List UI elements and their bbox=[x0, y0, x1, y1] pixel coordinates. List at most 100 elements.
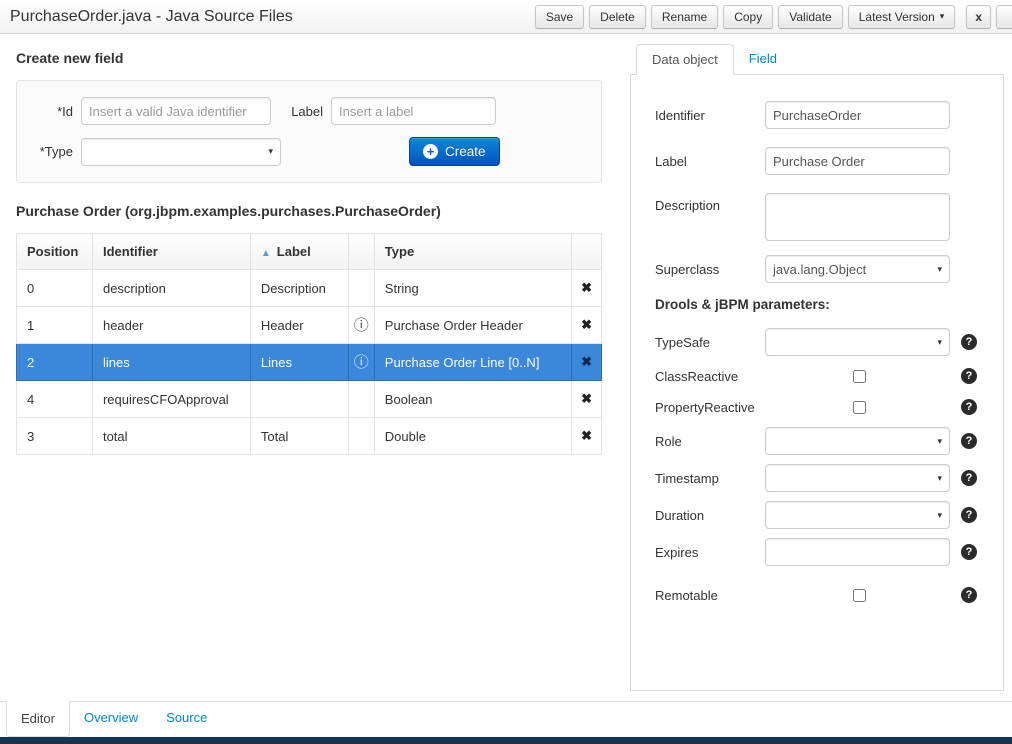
id-input[interactable] bbox=[81, 97, 271, 125]
help-icon[interactable]: ? bbox=[961, 544, 977, 560]
cell-actions: ✖ bbox=[572, 418, 602, 455]
tab-editor[interactable]: Editor bbox=[6, 701, 70, 737]
remotable-row: Remotable ? bbox=[655, 584, 989, 606]
delete-icon[interactable]: ✖ bbox=[581, 354, 592, 369]
footer-strip bbox=[0, 737, 1012, 744]
latest-version-button[interactable]: Latest Version ▾ bbox=[848, 5, 956, 29]
table-row[interactable]: 0 description Description String ✖ bbox=[17, 270, 602, 307]
cell-info bbox=[348, 418, 374, 455]
remotable-checkbox[interactable] bbox=[853, 589, 866, 602]
caret-down-icon: ▾ bbox=[937, 474, 942, 483]
caret-down-icon: ▾ bbox=[937, 511, 942, 520]
column-header-identifier[interactable]: Identifier bbox=[92, 234, 250, 270]
typesafe-select[interactable]: ▾ bbox=[765, 328, 950, 356]
help-icon[interactable]: ? bbox=[961, 433, 977, 449]
remotable-label: Remotable bbox=[655, 588, 765, 603]
type-label: *Type bbox=[31, 144, 73, 159]
column-header-label-text: Label bbox=[277, 244, 311, 259]
label-field-input[interactable] bbox=[765, 147, 950, 175]
cell-info: ⓘ bbox=[348, 344, 374, 381]
duration-select[interactable]: ▾ bbox=[765, 501, 950, 529]
cell-type: Boolean bbox=[374, 381, 571, 418]
table-row[interactable]: 1 header Header ⓘ Purchase Order Header … bbox=[17, 307, 602, 344]
description-label: Description bbox=[655, 193, 765, 213]
type-select[interactable]: ▾ bbox=[81, 138, 281, 166]
table-row[interactable]: 4 requiresCFOApproval Boolean ✖ bbox=[17, 381, 602, 418]
superclass-select[interactable]: java.lang.Object ▾ bbox=[765, 255, 950, 283]
cell-info bbox=[348, 381, 374, 418]
role-select[interactable]: ▾ bbox=[765, 427, 950, 455]
propertyreactive-label: PropertyReactive bbox=[655, 400, 765, 415]
propertyreactive-checkbox[interactable] bbox=[853, 401, 866, 414]
rename-button[interactable]: Rename bbox=[651, 5, 718, 29]
typesafe-row: TypeSafe ▾ ? bbox=[655, 328, 989, 356]
help-icon[interactable]: ? bbox=[961, 399, 977, 415]
info-icon[interactable]: ⓘ bbox=[354, 354, 369, 371]
table-row[interactable]: 3 total Total Double ✖ bbox=[17, 418, 602, 455]
help-icon[interactable]: ? bbox=[961, 507, 977, 523]
label-input[interactable] bbox=[331, 97, 496, 125]
column-header-position[interactable]: Position bbox=[17, 234, 93, 270]
cell-actions: ✖ bbox=[572, 381, 602, 418]
cell-identifier: total bbox=[92, 418, 250, 455]
timestamp-select[interactable]: ▾ bbox=[765, 464, 950, 492]
help-icon[interactable]: ? bbox=[961, 470, 977, 486]
save-button[interactable]: Save bbox=[535, 5, 584, 29]
expires-row: Expires ? bbox=[655, 538, 989, 566]
help-icon[interactable]: ? bbox=[961, 587, 977, 603]
tab-source[interactable]: Source bbox=[152, 701, 221, 737]
create-field-row-1: *Id Label bbox=[31, 97, 587, 125]
editor-panel: Create new field *Id Label *Type ▾ + bbox=[0, 34, 618, 701]
delete-icon[interactable]: ✖ bbox=[581, 317, 592, 332]
fields-table-header: Position Identifier ▲Label Type bbox=[17, 234, 602, 270]
duration-row: Duration ▾ ? bbox=[655, 501, 989, 529]
cell-identifier: requiresCFOApproval bbox=[92, 381, 250, 418]
column-header-info bbox=[348, 234, 374, 270]
create-field-form: *Id Label *Type ▾ + Create bbox=[16, 80, 602, 183]
identifier-input[interactable] bbox=[765, 101, 950, 129]
cell-label: Lines bbox=[250, 344, 348, 381]
bottom-tab-bar: Editor Overview Source bbox=[0, 701, 1012, 737]
caret-down-icon: ▾ bbox=[268, 147, 273, 156]
classreactive-checkbox[interactable] bbox=[853, 370, 866, 383]
tab-data-object[interactable]: Data object bbox=[636, 44, 734, 75]
cell-position: 2 bbox=[17, 344, 93, 381]
plus-icon: + bbox=[423, 144, 438, 159]
superclass-row: Superclass java.lang.Object ▾ bbox=[655, 255, 989, 283]
column-header-type[interactable]: Type bbox=[374, 234, 571, 270]
overflow-button[interactable] bbox=[996, 5, 1012, 29]
tab-overview[interactable]: Overview bbox=[70, 701, 152, 737]
label-field-label: Label bbox=[655, 154, 765, 169]
create-button[interactable]: + Create bbox=[409, 137, 500, 166]
description-textarea[interactable] bbox=[765, 193, 950, 241]
description-row: Description bbox=[655, 193, 989, 241]
cell-label bbox=[250, 381, 348, 418]
help-icon[interactable]: ? bbox=[961, 368, 977, 384]
help-icon[interactable]: ? bbox=[961, 334, 977, 350]
expires-input[interactable] bbox=[765, 538, 950, 566]
cell-actions: ✖ bbox=[572, 270, 602, 307]
cell-position: 3 bbox=[17, 418, 93, 455]
column-header-label[interactable]: ▲Label bbox=[250, 234, 348, 270]
tab-field[interactable]: Field bbox=[734, 44, 792, 75]
delete-icon[interactable]: ✖ bbox=[581, 428, 592, 443]
identifier-label: Identifier bbox=[655, 108, 765, 123]
toolbar: Save Delete Rename Copy Validate Latest … bbox=[535, 5, 1012, 29]
info-icon[interactable]: ⓘ bbox=[354, 317, 369, 334]
cell-actions: ✖ bbox=[572, 307, 602, 344]
validate-button[interactable]: Validate bbox=[778, 5, 842, 29]
delete-icon[interactable]: ✖ bbox=[581, 391, 592, 406]
duration-label: Duration bbox=[655, 508, 765, 523]
cell-identifier: description bbox=[92, 270, 250, 307]
delete-button[interactable]: Delete bbox=[589, 5, 646, 29]
copy-button[interactable]: Copy bbox=[723, 5, 773, 29]
cell-label: Total bbox=[250, 418, 348, 455]
timestamp-row: Timestamp ▾ ? bbox=[655, 464, 989, 492]
delete-icon[interactable]: ✖ bbox=[581, 280, 592, 295]
close-button[interactable]: x bbox=[966, 5, 991, 29]
cell-identifier: lines bbox=[92, 344, 250, 381]
id-label: *Id bbox=[31, 104, 73, 119]
inspector-content: Identifier Label Description Superclass … bbox=[630, 75, 1004, 691]
table-row-selected[interactable]: 2 lines Lines ⓘ Purchase Order Line [0..… bbox=[17, 344, 602, 381]
cell-type: String bbox=[374, 270, 571, 307]
